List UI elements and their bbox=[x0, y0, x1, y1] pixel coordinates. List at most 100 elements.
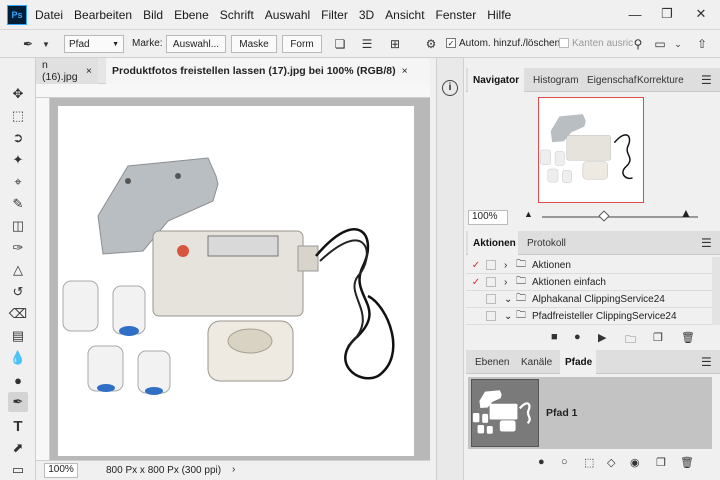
check-icon[interactable]: ✓ bbox=[466, 260, 486, 271]
gradient-tool-icon[interactable]: ▤ bbox=[8, 326, 28, 346]
menu-schrift[interactable]: Schrift bbox=[220, 8, 254, 22]
menu-ebene[interactable]: Ebene bbox=[174, 8, 209, 22]
chevron-right-icon[interactable]: › bbox=[504, 277, 516, 288]
path-row[interactable]: Pfad 1 bbox=[468, 377, 712, 449]
delete-icon[interactable]: 🗑 bbox=[681, 331, 695, 344]
rectangle-tool-icon[interactable]: ▭ bbox=[8, 460, 28, 480]
chevron-down-icon[interactable]: ▼ bbox=[38, 36, 54, 52]
dialog-toggle-box[interactable] bbox=[486, 260, 496, 270]
tab-navigator[interactable]: Navigator bbox=[468, 68, 524, 92]
magic-wand-tool-icon[interactable]: ✦ bbox=[8, 150, 28, 170]
eyedropper-tool-icon[interactable]: ✎ bbox=[8, 194, 28, 214]
path-selection-tool-icon[interactable]: ⬈ bbox=[8, 438, 28, 458]
panel-menu-icon[interactable]: ☰ bbox=[696, 231, 717, 255]
menu-fenster[interactable]: Fenster bbox=[436, 8, 477, 22]
menu-hilfe[interactable]: Hilfe bbox=[487, 8, 511, 22]
menu-3d[interactable]: 3D bbox=[359, 8, 374, 22]
history-brush-tool-icon[interactable]: ↺ bbox=[8, 282, 28, 302]
menu-bild[interactable]: Bild bbox=[143, 8, 163, 22]
restore-icon[interactable]: ❐ bbox=[652, 4, 682, 24]
move-tool-icon[interactable]: ✥ bbox=[8, 84, 28, 104]
chevron-down-icon[interactable]: ⌄ bbox=[504, 311, 516, 322]
navigator-preview[interactable] bbox=[538, 97, 644, 203]
panel-menu-icon[interactable]: ☰ bbox=[696, 350, 717, 374]
new-action-icon[interactable]: ❐ bbox=[653, 331, 663, 344]
record-icon[interactable]: ● bbox=[574, 331, 581, 343]
new-path-icon[interactable]: ❐ bbox=[656, 456, 666, 469]
action-row[interactable]: ⌄ 🗀 Alphakanal ClippingService24 bbox=[466, 291, 712, 308]
tab-ebenen[interactable]: Ebenen bbox=[470, 350, 512, 374]
stop-icon[interactable]: ■ bbox=[551, 331, 558, 343]
document-canvas[interactable] bbox=[58, 106, 414, 456]
close-icon[interactable]: × bbox=[402, 65, 408, 77]
info-icon[interactable]: i bbox=[442, 80, 458, 96]
chevron-right-icon[interactable]: › bbox=[504, 260, 516, 271]
close-icon[interactable]: ✕ bbox=[686, 4, 716, 24]
new-set-icon[interactable]: 🗀 bbox=[625, 331, 636, 350]
align-edges-checkbox[interactable]: Kanten ausric bbox=[559, 38, 633, 49]
dodge-tool-icon[interactable]: ● bbox=[8, 370, 28, 390]
dialog-toggle-box[interactable] bbox=[486, 277, 496, 287]
pen-tool-icon[interactable]: ✒ bbox=[8, 392, 28, 412]
crop-tool-icon[interactable]: ⌖ bbox=[8, 172, 28, 192]
check-icon[interactable]: ✓ bbox=[466, 277, 486, 288]
clone-stamp-tool-icon[interactable]: △ bbox=[8, 260, 28, 280]
workspace-icon[interactable]: ▭ bbox=[652, 36, 668, 52]
tab-pfade[interactable]: Pfade bbox=[560, 350, 596, 374]
panel-menu-icon[interactable]: ☰ bbox=[696, 68, 717, 92]
tab-protokoll[interactable]: Protokoll bbox=[522, 231, 574, 255]
menu-auswahl[interactable]: Auswahl bbox=[265, 8, 310, 22]
load-path-as-selection-icon[interactable]: ⬚ bbox=[584, 456, 594, 469]
auto-add-delete-checkbox[interactable]: ✓ Autom. hinzuf./löschen bbox=[446, 38, 560, 49]
pen-tool-preset-icon[interactable]: ✒ bbox=[20, 36, 36, 52]
chevron-down-icon[interactable]: ⌄ bbox=[504, 294, 516, 305]
healing-brush-tool-icon[interactable]: ◫ bbox=[8, 216, 28, 236]
tab-korrekturen[interactable]: Korrekture bbox=[632, 68, 688, 92]
path-alignment-icon[interactable]: ☰ bbox=[359, 36, 375, 52]
tab-aktionen[interactable]: Aktionen bbox=[468, 231, 518, 255]
zoom-field[interactable]: 100% bbox=[44, 463, 78, 478]
chevron-right-icon[interactable]: › bbox=[232, 464, 235, 475]
zoom-slider-handle[interactable] bbox=[598, 210, 610, 222]
path-arrangement-icon[interactable]: ⊞ bbox=[387, 36, 403, 52]
brush-tool-icon[interactable]: ✑ bbox=[8, 238, 28, 258]
tab-histogram[interactable]: Histogram bbox=[528, 68, 580, 92]
minimize-icon[interactable]: — bbox=[620, 4, 650, 24]
auswahl-button[interactable]: Auswahl... bbox=[166, 35, 226, 53]
menu-ansicht[interactable]: Ansicht bbox=[385, 8, 424, 22]
form-button[interactable]: Form bbox=[282, 35, 322, 53]
blur-tool-icon[interactable]: 💧 bbox=[8, 348, 28, 368]
zoom-out-icon[interactable]: ▲ bbox=[524, 209, 533, 219]
action-row[interactable]: ✓ › 🗀 Aktionen einfach bbox=[466, 274, 712, 291]
dialog-toggle-box[interactable] bbox=[486, 294, 496, 304]
stroke-path-icon[interactable]: ○ bbox=[561, 456, 568, 468]
action-row[interactable]: ⌄ 🗀 Pfadfreisteller ClippingService24 bbox=[466, 308, 712, 325]
menu-datei[interactable]: Datei bbox=[35, 8, 63, 22]
tab-kanaele[interactable]: Kanäle bbox=[516, 350, 556, 374]
zoom-in-icon[interactable]: ▲ bbox=[680, 206, 692, 220]
marquee-tool-icon[interactable]: ⬚ bbox=[8, 106, 28, 126]
lasso-tool-icon[interactable]: ➲ bbox=[8, 128, 28, 148]
maske-button[interactable]: Maske bbox=[231, 35, 277, 53]
share-icon[interactable]: ⇧ bbox=[694, 36, 710, 52]
menu-bearbeiten[interactable]: Bearbeiten bbox=[74, 8, 132, 22]
gear-icon[interactable]: ⚙ bbox=[423, 36, 439, 52]
dialog-toggle-box[interactable] bbox=[486, 311, 496, 321]
close-icon[interactable]: × bbox=[86, 65, 92, 77]
tab-document-16[interactable]: n (16).jpg × bbox=[36, 58, 98, 84]
path-operations-icon[interactable]: ❏ bbox=[332, 36, 348, 52]
add-mask-icon[interactable]: ◉ bbox=[630, 456, 640, 469]
navigator-zoom-field[interactable]: 100% bbox=[468, 210, 508, 225]
search-icon[interactable]: ⚲ bbox=[630, 36, 646, 52]
play-icon[interactable]: ▶ bbox=[598, 331, 606, 344]
chevron-down-icon[interactable]: ⌄ bbox=[670, 36, 686, 52]
menu-filter[interactable]: Filter bbox=[321, 8, 348, 22]
zoom-slider[interactable] bbox=[542, 216, 698, 218]
tab-document-17[interactable]: Produktfotos freistellen lassen (17).jpg… bbox=[106, 58, 430, 84]
eraser-tool-icon[interactable]: ⌫ bbox=[8, 304, 28, 324]
tab-eigenschaften[interactable]: Eigenschaf bbox=[582, 68, 636, 92]
type-tool-icon[interactable]: T bbox=[8, 416, 28, 436]
fill-path-icon[interactable]: ● bbox=[538, 456, 545, 468]
delete-path-icon[interactable]: 🗑 bbox=[680, 456, 694, 469]
path-mode-select[interactable]: Pfad ▼ bbox=[64, 35, 124, 53]
